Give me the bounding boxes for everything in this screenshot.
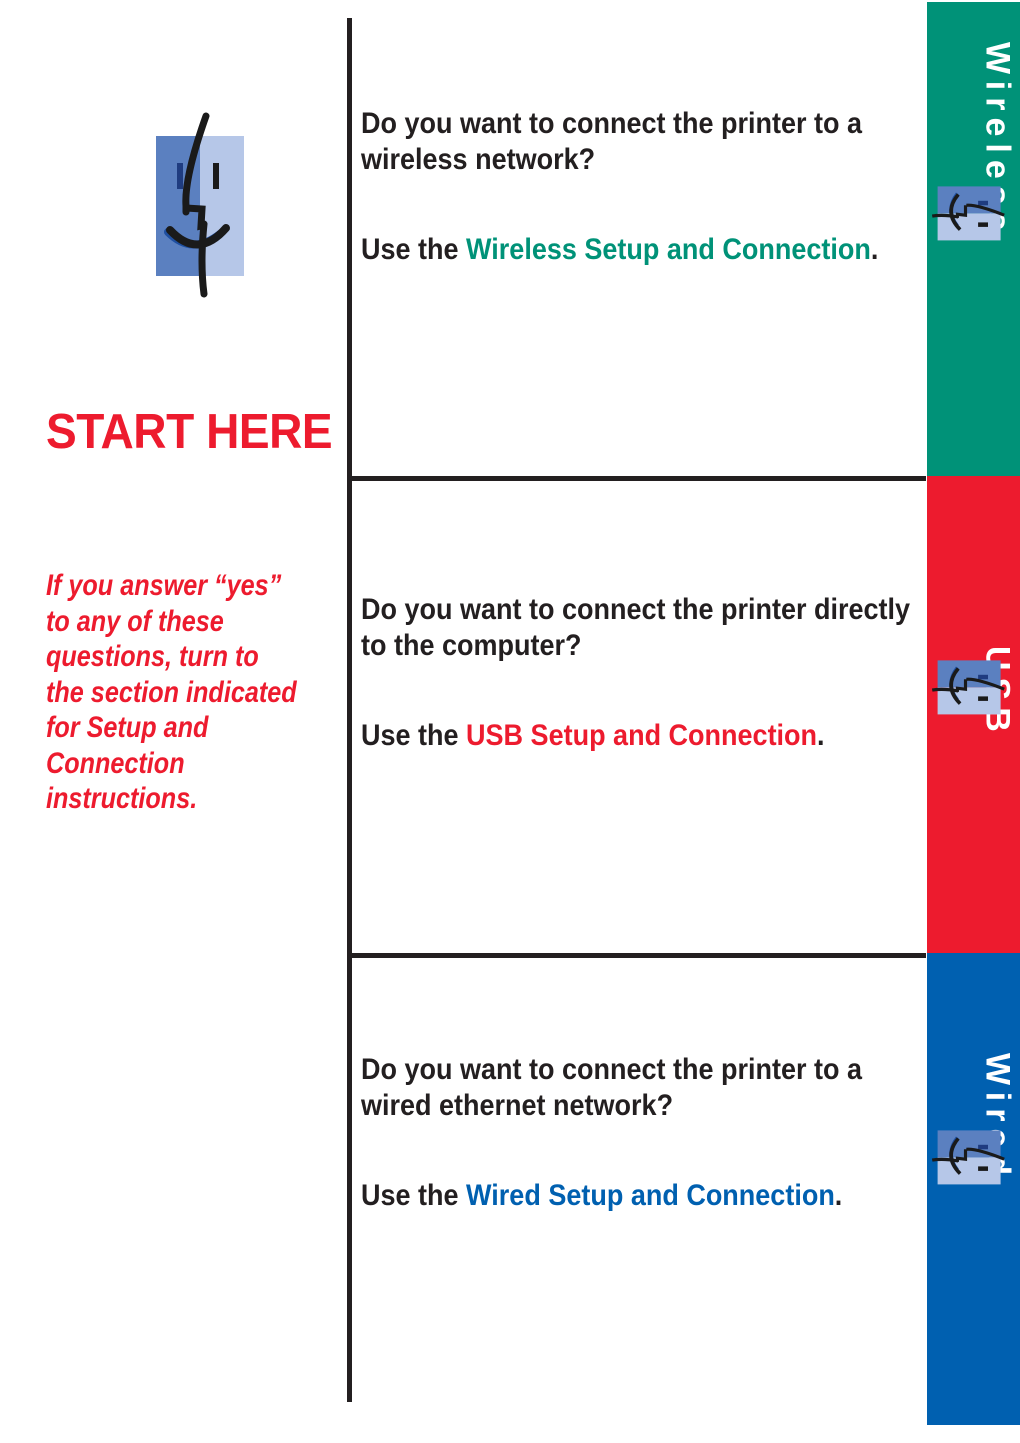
tab-finder-icon-wired <box>931 1125 1005 1201</box>
usage-accent-wireless: Wireless Setup and Connection <box>466 233 871 266</box>
intro-paragraph: If you answer “yes” to any of these ques… <box>46 569 297 815</box>
usage-prefix-wired: Use the <box>361 1179 467 1212</box>
question-text-wireless: Do you want to connect the printer to a … <box>361 107 863 176</box>
mac-finder-face-icon <box>140 108 260 308</box>
usage-text-wireless: Use the Wireless Setup and Connection. <box>361 232 919 268</box>
setup-guide-page: START HERE If you answer “yes” to any of… <box>0 0 1020 1443</box>
usage-accent-usb: USB Setup and Connection <box>466 719 818 752</box>
question-text-wired: Do you want to connect the printer to a … <box>361 1053 863 1122</box>
horizontal-divider-1 <box>347 476 926 481</box>
usage-text-wired: Use the Wired Setup and Connection. <box>361 1178 919 1214</box>
usage-text-usb: Use the USB Setup and Connection. <box>361 718 919 754</box>
row-wired: Do you want to connect the printer to a … <box>361 1052 921 1214</box>
usage-suffix-usb: . <box>817 719 825 752</box>
left-column: START HERE If you answer “yes” to any of… <box>0 0 349 1443</box>
usage-prefix-usb: Use the <box>361 719 467 752</box>
usage-suffix-wireless: . <box>870 233 879 266</box>
question-text-usb: Do you want to connect the printer direc… <box>361 593 911 662</box>
row-usb: Do you want to connect the printer direc… <box>361 592 921 754</box>
usage-prefix-wireless: Use the <box>361 233 467 266</box>
row-wireless: Do you want to connect the printer to a … <box>361 106 921 268</box>
horizontal-divider-2 <box>347 953 926 958</box>
usage-accent-wired: Wired Setup and Connection <box>466 1179 835 1212</box>
tab-finder-icon-wireless <box>931 181 1005 257</box>
tab-finder-icon-usb <box>931 655 1005 731</box>
page-title: START HERE <box>46 405 333 459</box>
vertical-divider <box>347 18 352 1402</box>
usage-suffix-wired: . <box>834 1179 843 1212</box>
